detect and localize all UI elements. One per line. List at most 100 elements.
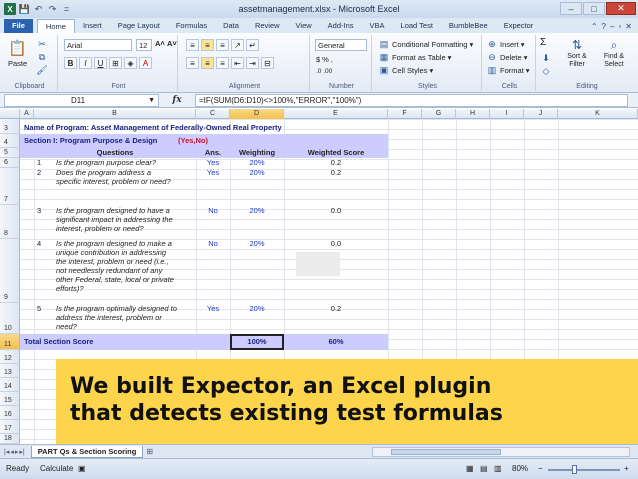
next-sheet-icon[interactable]: ▸ [15,448,19,456]
column-header[interactable]: E [284,109,388,119]
weight-cell[interactable]: 20% [230,304,284,314]
insert-function-icon[interactable]: fx [159,95,195,105]
prev-sheet-icon[interactable]: ◂ [10,448,14,456]
score-cell[interactable]: 0.2 [284,158,388,168]
number-format-combo[interactable]: General [315,39,367,51]
score-cell[interactable]: 0.0 [284,206,388,216]
formula-input[interactable]: =IF(SUM(D6:D10)<>100%,"ERROR","100%") [195,93,628,107]
total-weight-cell[interactable]: 100% [230,337,284,347]
align-left-icon[interactable]: ≡ [186,57,199,69]
tab-file[interactable]: File [4,19,33,33]
font-size-combo[interactable]: 12 [136,39,152,51]
find-select-button[interactable]: ⌕ Find & Select [596,37,632,69]
ribbon-minimize-icon[interactable]: ⌃ [591,22,598,31]
tab-insert[interactable]: Insert [75,19,110,33]
zoom-out-button[interactable]: − [538,464,543,473]
align-top-icon[interactable]: ≡ [186,39,199,51]
row-header[interactable]: 5 [0,148,20,158]
align-bottom-icon[interactable]: ≡ [216,39,229,51]
tab-view[interactable]: View [288,19,320,33]
row-header[interactable]: 8 [0,205,20,239]
row-header[interactable]: 12 [0,350,20,364]
zoom-level[interactable]: 80% [512,464,528,473]
delete-cells-button[interactable]: ⊖ Delete ▾ [486,51,527,63]
select-all-corner[interactable] [0,109,20,119]
first-sheet-icon[interactable]: |◂ [4,448,9,456]
column-header[interactable]: D [230,109,284,119]
column-header[interactable]: C [196,109,230,119]
row-header[interactable]: 16 [0,406,20,420]
bold-button[interactable]: B [64,57,77,69]
header-questions[interactable]: Questions [34,148,196,158]
scrollbar-thumb[interactable] [391,449,501,455]
clear-icon[interactable]: ◇ [540,65,552,77]
question-number[interactable]: 4 [37,239,41,249]
answer-cell[interactable]: Yes [196,158,230,168]
answer-cell[interactable]: Yes [196,168,230,178]
tab-bumblebee[interactable]: BumbleBee [441,19,496,33]
font-color-icon[interactable]: A [139,57,152,69]
column-header[interactable]: B [34,109,196,119]
wrap-text-icon[interactable]: ↵ [246,39,259,51]
format-as-table-button[interactable]: ▦ Format as Table ▾ [378,51,452,63]
row-header[interactable]: 6 [0,158,20,168]
row-header[interactable]: 4 [0,134,20,148]
question-text[interactable]: specific interest, problem or need? [56,177,171,187]
normal-view-icon[interactable]: ▦ [466,464,474,473]
insert-cells-button[interactable]: ⊕ Insert ▾ [486,38,524,50]
column-header[interactable]: H [456,109,490,119]
answer-cell[interactable]: Yes [196,304,230,314]
merge-center-icon[interactable]: ⊟ [261,57,274,69]
score-cell[interactable]: 0.2 [284,304,388,314]
minimize-button[interactable]: – [560,2,582,15]
weight-cell[interactable]: 20% [230,239,284,249]
conditional-formatting-button[interactable]: ▤ Conditional Formatting ▾ [378,38,474,50]
sort-filter-button[interactable]: ⇅ Sort & Filter [560,37,594,69]
format-painter-icon[interactable]: 🖌 [36,64,48,76]
percent-button[interactable]: % [322,55,329,64]
question-text[interactable]: Is the program purpose clear? [56,158,156,168]
column-header[interactable]: K [558,109,638,119]
autosum-button[interactable]: Σ [540,37,546,48]
decrease-indent-icon[interactable]: ⇤ [231,57,244,69]
total-section-score-label[interactable]: Total Section Score [24,337,93,347]
tab-page-layout[interactable]: Page Layout [110,19,168,33]
header-weighted-score[interactable]: Weighted Score [284,148,388,158]
header-ans[interactable]: Ans. [196,148,230,158]
horizontal-scrollbar[interactable] [372,447,630,457]
row-header[interactable]: 3 [0,119,20,134]
cell-styles-button[interactable]: ▣ Cell Styles ▾ [378,64,433,76]
column-header[interactable]: J [524,109,558,119]
align-middle-icon[interactable]: ≡ [201,39,214,51]
workbook-close-icon[interactable]: ✕ [625,22,632,31]
align-center-icon[interactable]: ≡ [201,57,214,69]
question-number[interactable]: 1 [37,158,41,168]
maximize-button[interactable]: □ [583,2,605,15]
zoom-slider[interactable] [548,469,620,471]
last-sheet-icon[interactable]: ▸| [19,448,24,456]
score-cell[interactable]: 0.2 [284,168,388,178]
question-text[interactable]: efforts)? [56,284,84,294]
macro-record-icon[interactable]: ▣ [78,464,86,473]
weight-cell[interactable]: 20% [230,206,284,216]
column-header[interactable]: A [20,109,34,119]
score-cell[interactable]: 0.0 [284,239,388,249]
page-layout-view-icon[interactable]: ▤ [480,464,488,473]
row-header[interactable]: 10 [0,303,20,334]
row-header[interactable]: 15 [0,392,20,406]
paste-button[interactable]: 📋 Paste [8,39,27,68]
question-number[interactable]: 3 [37,206,41,216]
tab-formulas[interactable]: Formulas [168,19,215,33]
grow-font-button[interactable]: A˄ [155,39,165,48]
shrink-font-button[interactable]: A˅ [167,39,177,48]
question-number[interactable]: 2 [37,168,41,178]
tab-load-test[interactable]: Load Test [393,19,441,33]
row-header[interactable]: 7 [0,168,20,205]
tab-review[interactable]: Review [247,19,288,33]
header-weighting[interactable]: Weighting [230,148,284,158]
tab-data[interactable]: Data [215,19,247,33]
workbook-restore-icon[interactable]: ▫ [618,22,621,31]
status-calculate[interactable]: Calculate [40,464,73,473]
program-name-label[interactable]: Name of Program: Asset Management of Fed… [24,123,282,133]
close-button[interactable]: ✕ [606,2,636,15]
